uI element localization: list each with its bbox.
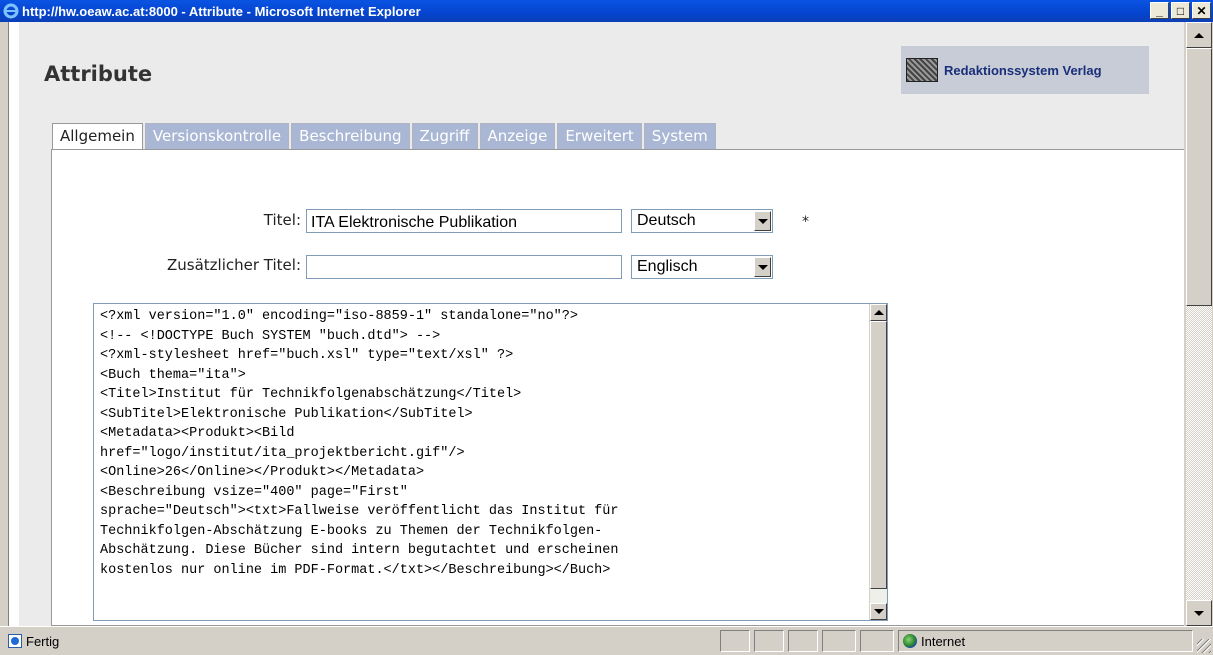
status-pane xyxy=(860,630,894,652)
page-title: Attribute xyxy=(44,62,153,86)
title-language-value: Deutsch xyxy=(637,212,696,229)
scroll-up-button[interactable] xyxy=(1186,22,1212,48)
subtitle-language-select[interactable]: Englisch xyxy=(631,255,773,279)
tab-zugriff[interactable]: Zugriff xyxy=(411,123,478,149)
browser-viewport: Attribute Redaktionssystem Verlag Allgem… xyxy=(8,22,1185,626)
status-pane xyxy=(754,630,784,652)
tab-versionskontrolle[interactable]: Versionskontrolle xyxy=(144,123,290,149)
status-text: Fertig xyxy=(26,633,60,649)
resize-grip[interactable] xyxy=(1197,639,1211,653)
status-pane xyxy=(788,630,818,652)
zone-cell: Internet xyxy=(898,630,1193,652)
tab-panel: Titel: ITA Elektronische Publikation Deu… xyxy=(51,149,1185,626)
tab-erweitert[interactable]: Erweitert xyxy=(557,123,642,149)
minimize-button[interactable]: _ xyxy=(1150,2,1169,19)
status-text-cell: Fertig xyxy=(2,630,716,652)
status-pane xyxy=(822,630,856,652)
xml-scrollbar[interactable] xyxy=(869,304,887,620)
page-icon xyxy=(8,634,22,648)
scroll-down-button[interactable] xyxy=(870,603,887,620)
chevron-down-icon[interactable] xyxy=(754,257,771,277)
globe-icon xyxy=(903,634,917,648)
logo-image xyxy=(906,58,938,82)
title-language-select[interactable]: Deutsch xyxy=(631,209,773,233)
scroll-thumb[interactable] xyxy=(1186,48,1212,306)
zone-text: Internet xyxy=(921,633,966,649)
page-scrollbar[interactable] xyxy=(1184,22,1213,626)
window-title: http://hw.oeaw.ac.at:8000 - Attribute - … xyxy=(22,3,421,19)
tab-allgemein[interactable]: Allgemein xyxy=(52,123,143,150)
window-title-bar[interactable]: http://hw.oeaw.ac.at:8000 - Attribute - … xyxy=(0,0,1213,22)
subtitle-label: Zusätzlicher Titel: xyxy=(167,256,301,274)
logo: Redaktionssystem Verlag xyxy=(901,46,1149,94)
chevron-down-icon[interactable] xyxy=(754,211,771,231)
title-input[interactable]: ITA Elektronische Publikation xyxy=(306,209,622,233)
status-bar: Fertig Internet xyxy=(0,626,1213,655)
xml-editor[interactable]: <?xml version="1.0" encoding="iso-8859-1… xyxy=(93,303,888,621)
page-header: Attribute Redaktionssystem Verlag xyxy=(19,22,1185,104)
scroll-up-button[interactable] xyxy=(870,304,887,321)
tab-bar: Allgemein Versionskontrolle Beschreibung… xyxy=(52,123,718,150)
subtitle-input[interactable] xyxy=(306,255,622,279)
page-content: Attribute Redaktionssystem Verlag Allgem… xyxy=(19,22,1185,626)
maximize-button[interactable]: □ xyxy=(1171,2,1190,19)
status-pane xyxy=(720,630,750,652)
window-controls: _ □ ✕ xyxy=(1150,2,1211,19)
logo-text: Redaktionssystem Verlag xyxy=(944,62,1102,78)
ie-icon xyxy=(3,3,19,19)
scroll-thumb[interactable] xyxy=(870,321,887,589)
required-marker: * xyxy=(802,214,809,230)
subtitle-language-value: Englisch xyxy=(637,258,698,275)
tab-anzeige[interactable]: Anzeige xyxy=(479,123,556,149)
xml-content[interactable]: <?xml version="1.0" encoding="iso-8859-1… xyxy=(100,307,825,580)
tab-beschreibung[interactable]: Beschreibung xyxy=(291,123,410,149)
close-button[interactable]: ✕ xyxy=(1192,2,1211,19)
tab-system[interactable]: System xyxy=(643,123,716,149)
scroll-down-button[interactable] xyxy=(1186,600,1212,626)
title-label: Titel: xyxy=(263,211,301,229)
